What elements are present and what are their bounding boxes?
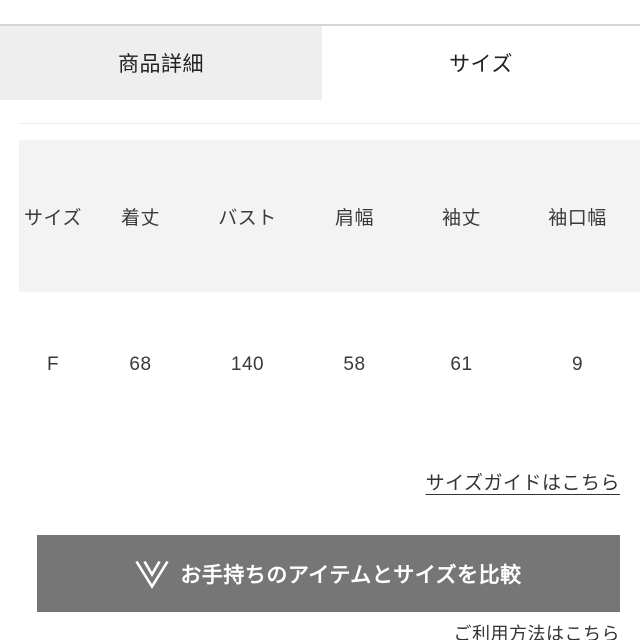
size-guide-link-row: サイズガイドはこちら — [0, 468, 620, 495]
size-table-body: F 68 140 58 61 9 — [19, 292, 640, 438]
section-divider — [19, 123, 640, 124]
column-header-size: サイズ — [24, 207, 82, 229]
cell-cuff: 9 — [515, 292, 640, 438]
cell-shoulder: 58 — [301, 292, 408, 438]
compare-size-button[interactable]: お手持ちのアイテムとサイズを比較 — [37, 535, 620, 612]
cell-size: F — [19, 292, 87, 438]
usage-guide-link[interactable]: ご利用方法はこちら — [454, 624, 621, 640]
cell-length: 68 — [87, 292, 194, 438]
size-table: サイズ 着丈 バスト 肩幅 袖丈 袖口幅 F 68 140 58 61 9 — [19, 140, 640, 438]
column-header-shoulder: 肩幅 — [334, 207, 374, 229]
cell-sleeve: 61 — [408, 292, 515, 438]
size-guide-link[interactable]: サイズガイドはこちら — [426, 473, 620, 494]
tab-size[interactable]: サイズ — [322, 26, 640, 100]
table-header-row: サイズ 着丈 バスト 肩幅 袖丈 袖口幅 — [19, 140, 640, 292]
double-chevron-v-icon — [135, 560, 169, 589]
cell-bust: 140 — [194, 292, 301, 438]
tab-bar: 商品詳細 サイズ — [0, 24, 640, 100]
column-header-sleeve: 袖丈 — [441, 207, 481, 229]
column-header-bust: バスト — [218, 207, 277, 229]
tab-product-details[interactable]: 商品詳細 — [0, 26, 322, 100]
table-row: F 68 140 58 61 9 — [19, 292, 640, 438]
compare-size-button-label: お手持ちのアイテムとサイズを比較 — [180, 563, 522, 587]
size-table-header: サイズ 着丈 バスト 肩幅 袖丈 袖口幅 — [19, 140, 640, 292]
usage-link-row: ご利用方法はこちら — [0, 620, 620, 640]
column-header-cuff: 袖口幅 — [548, 207, 607, 229]
column-header-length: 着丈 — [120, 207, 160, 229]
